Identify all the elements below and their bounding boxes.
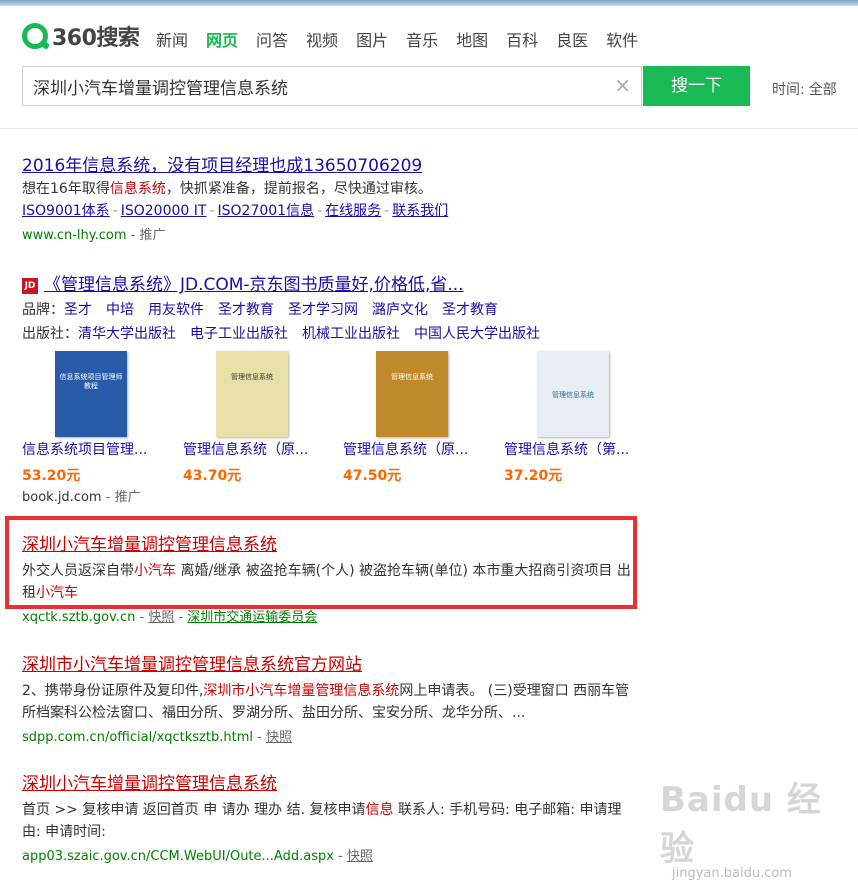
sitelink[interactable]: ISO27001信息 <box>218 203 315 219</box>
time-filter-label: 时间: <box>772 82 805 98</box>
nav-web[interactable]: 网页 <box>206 27 238 51</box>
book-price: 53.20元 <box>22 468 81 484</box>
verified-source[interactable]: 深圳市交通运输委员会 <box>187 610 317 625</box>
publisher-link[interactable]: 电子工业出版社 <box>190 326 288 342</box>
clear-icon[interactable]: × <box>614 75 631 95</box>
book-cover-image[interactable]: 管理信息系统 <box>537 351 609 437</box>
book-name[interactable]: 管理信息系统（第... <box>504 439 654 459</box>
logo[interactable]: 360搜索 <box>22 20 140 52</box>
logo-text: 360搜索 <box>52 26 140 51</box>
book-item[interactable]: 管理信息系统 管理信息系统（原... 47.50元 <box>343 351 493 485</box>
book-name[interactable]: 管理信息系统（原... <box>343 439 493 459</box>
publisher-row: 出版社：清华大学出版社 电子工业出版社 机械工业出版社 中国人民大学出版社 <box>22 326 540 342</box>
book-price: 47.50元 <box>343 468 402 484</box>
nav-liangyi[interactable]: 良医 <box>556 27 588 51</box>
time-filter-value[interactable]: 全部 <box>809 82 837 98</box>
nav-software[interactable]: 软件 <box>606 27 638 51</box>
nav-map[interactable]: 地图 <box>456 27 488 51</box>
book-price: 43.70元 <box>183 468 242 484</box>
search-box: × <box>22 66 642 106</box>
snapshot-link[interactable]: 快照 <box>347 849 373 864</box>
search-result: 2016年信息系统，没有项目经理也成13650706209 想在16年取得信息系… <box>22 151 642 243</box>
snapshot-link[interactable]: 快照 <box>148 610 174 625</box>
watermark-url: jingyan.baidu.com <box>672 866 792 881</box>
highlight-box <box>5 516 637 609</box>
brand-row: 品牌：圣才 中培 用友软件 圣才教育 圣才学习网 潞庐文化 圣才教育 <box>22 302 498 318</box>
brand-link[interactable]: 用友软件 <box>148 302 204 318</box>
book-item[interactable]: 管理信息系统 管理信息系统（第... 37.20元 <box>504 351 654 485</box>
result-url[interactable]: sdpp.com.cn/official/xqctksztb.html <box>22 730 253 745</box>
result-desc: 首页 >> 复核申请 返回首页 申 请办 理办 结. 复核申请信息 联系人: 手… <box>22 802 622 840</box>
watermark-logo: Baidu 经验 <box>660 780 822 869</box>
publisher-link[interactable]: 清华大学出版社 <box>78 326 176 342</box>
result-url[interactable]: xqctk.sztb.gov.cn <box>22 610 135 625</box>
result-sitelinks: ISO9001体系 - ISO20000 IT - ISO27001信息 - 在线服务 - 联系… <box>22 203 449 219</box>
result-url[interactable]: app03.szaic.gov.cn/CCM.WebUI/Oute...Add.… <box>22 849 334 864</box>
book-item[interactable]: 管理信息系统 管理信息系统（原... 43.70元 <box>183 351 333 485</box>
nav-images[interactable]: 图片 <box>356 27 388 51</box>
ad-tag: 推广 <box>114 490 141 505</box>
result-url-line: book.jd.com - 推广 <box>22 490 141 505</box>
time-filter[interactable]: 时间: 全部 <box>772 79 837 99</box>
search-result: 深圳市小汽车增量调控管理信息系统官方网站 2、携带身份证原件及复印件,深圳市小汽… <box>22 650 637 745</box>
nav-tabs: 新闻 网页 问答 视频 图片 音乐 地图 百科 良医 软件 <box>156 27 656 51</box>
result-title[interactable]: 深圳市小汽车增量调控管理信息系统官方网站 <box>22 650 637 675</box>
nav-qa[interactable]: 问答 <box>256 27 288 51</box>
result-url-line: sdpp.com.cn/official/xqctksztb.html - 快照 <box>22 730 292 745</box>
book-cover-image[interactable]: 管理信息系统 <box>376 351 448 437</box>
brand-link[interactable]: 潞庐文化 <box>372 302 428 318</box>
logo-icon <box>22 23 48 49</box>
result-url[interactable]: www.cn-lhy.com <box>22 228 127 243</box>
brand-link[interactable]: 圣才 <box>64 302 92 318</box>
result-desc: 2、携带身份证原件及复印件,深圳市小汽车增量管理信息系统网上申请表。 (三)受理… <box>22 683 630 721</box>
result-desc: 想在16年取得信息系统，快抓紧准备，提前报名，尽快通过审核。 <box>22 181 432 197</box>
result-url[interactable]: book.jd.com <box>22 490 102 505</box>
book-cover-image[interactable]: 管理信息系统 <box>216 351 288 437</box>
brand-link[interactable]: 圣才教育 <box>442 302 498 318</box>
book-item[interactable]: 信息系统项目管理师教程 信息系统项目管理... 53.20元 <box>22 351 172 485</box>
sitelink[interactable]: 在线服务 <box>325 203 381 219</box>
brand-link[interactable]: 中培 <box>106 302 134 318</box>
brand-link[interactable]: 圣才教育 <box>218 302 274 318</box>
result-title[interactable]: 2016年信息系统，没有项目经理也成13650706209 <box>22 151 642 176</box>
result-url-line: app03.szaic.gov.cn/CCM.WebUI/Oute...Add.… <box>22 849 373 864</box>
sitelink[interactable]: ISO9001体系 <box>22 203 110 219</box>
search-result: 深圳小汽车增量调控管理信息系统 首页 >> 复核申请 返回首页 申 请办 理办 … <box>22 769 632 864</box>
book-price: 37.20元 <box>504 468 563 484</box>
nav-news[interactable]: 新闻 <box>156 27 188 51</box>
book-name[interactable]: 信息系统项目管理... <box>22 439 172 459</box>
book-name[interactable]: 管理信息系统（原... <box>183 439 333 459</box>
jd-logo-icon: JD <box>22 278 38 294</box>
publisher-link[interactable]: 机械工业出版社 <box>302 326 400 342</box>
sitelink[interactable]: ISO20000 IT <box>121 203 207 219</box>
snapshot-link[interactable]: 快照 <box>266 730 292 745</box>
search-input[interactable] <box>23 67 613 105</box>
jd-result: JD 《管理信息系统》JD.COM-京东图书质量好,价格低,省... 品牌：圣才中… <box>22 270 642 345</box>
nav-video[interactable]: 视频 <box>306 27 338 51</box>
ad-tag: 推广 <box>139 228 166 243</box>
search-button[interactable]: 搜一下 <box>643 66 750 106</box>
result-url-line: www.cn-lhy.com - 推广 <box>22 228 166 243</box>
nav-music[interactable]: 音乐 <box>406 27 438 51</box>
book-cover-image[interactable]: 信息系统项目管理师教程 <box>55 351 127 437</box>
nav-baike[interactable]: 百科 <box>506 27 538 51</box>
brand-link[interactable]: 圣才学习网 <box>288 302 358 318</box>
sitelink[interactable]: 联系我们 <box>392 203 448 219</box>
result-title[interactable]: 深圳小汽车增量调控管理信息系统 <box>22 769 632 794</box>
watermark: Baidu 经验 jingyan.baidu.com <box>660 772 855 881</box>
result-title[interactable]: 《管理信息系统》JD.COM-京东图书质量好,价格低,省... <box>44 275 464 295</box>
publisher-link[interactable]: 中国人民大学出版社 <box>414 326 540 342</box>
